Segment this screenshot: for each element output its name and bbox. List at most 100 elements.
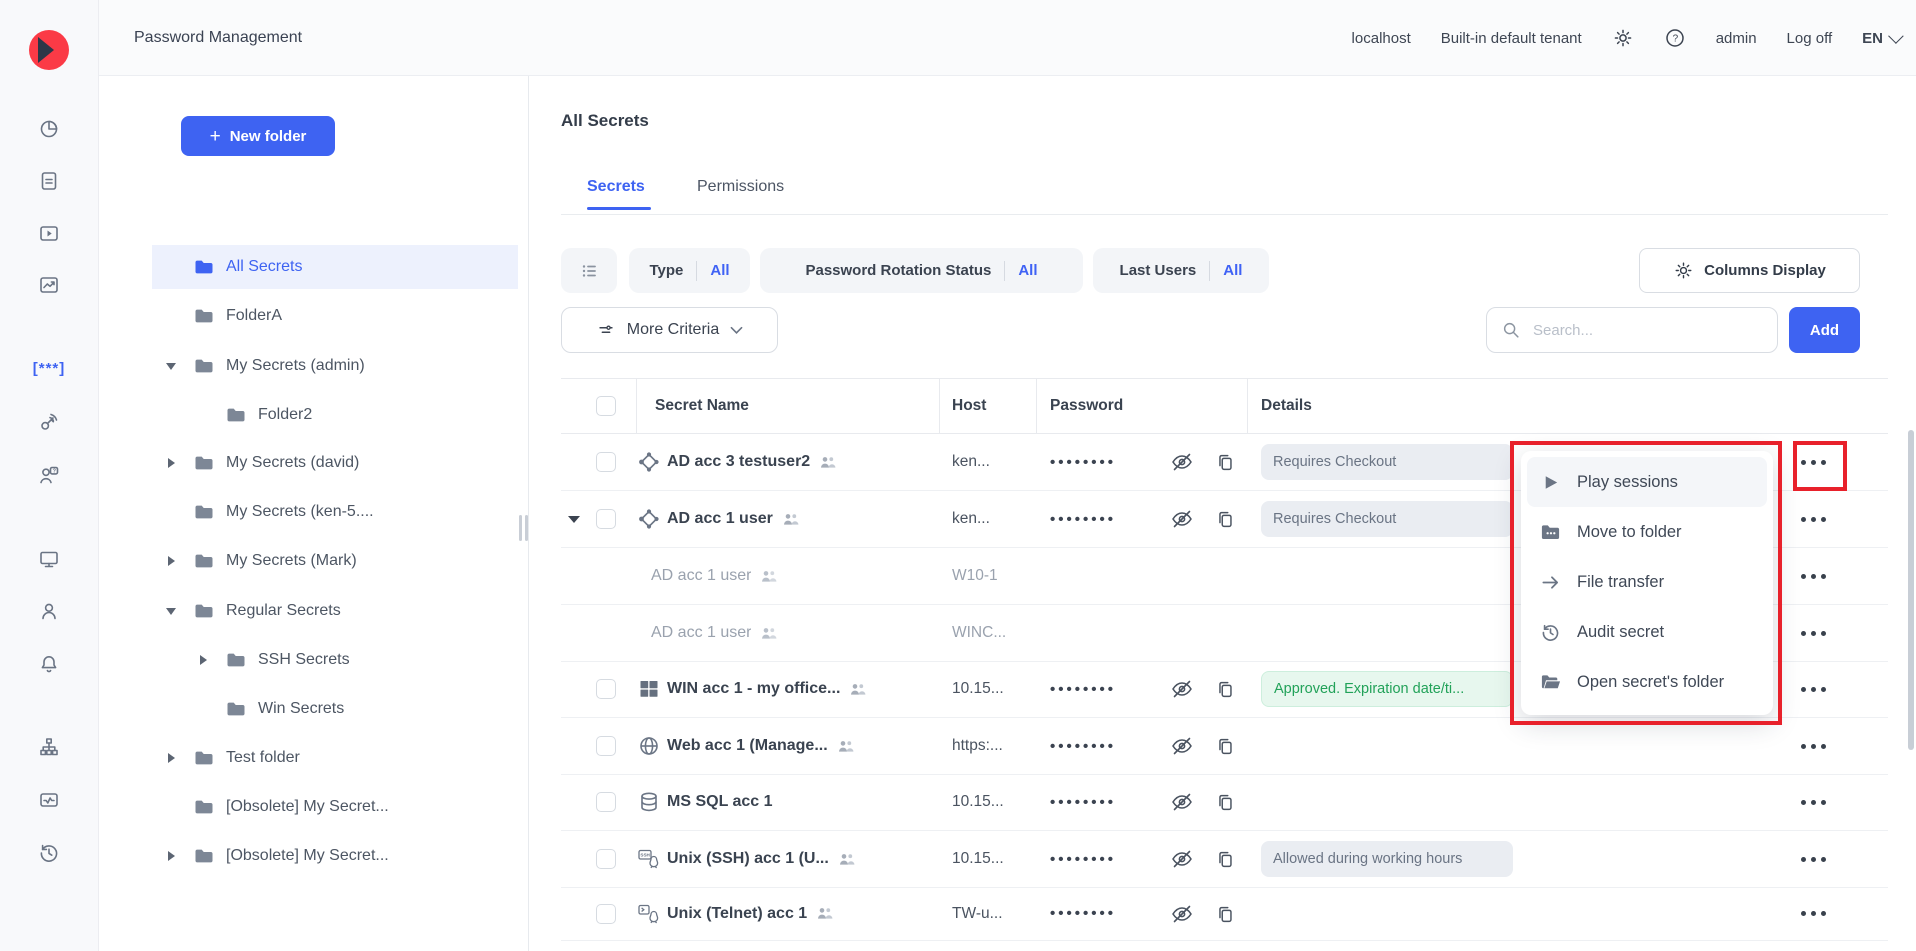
copy-password-icon[interactable] — [1214, 451, 1236, 473]
caret-right-icon[interactable] — [200, 655, 207, 665]
table-row[interactable]: MS SQL acc 1 10.15... •••••••• — [561, 774, 1888, 831]
tree-item-my-secrets-david[interactable]: My Secrets (david) — [152, 441, 518, 485]
reveal-password-icon[interactable] — [1170, 677, 1194, 701]
row-actions-button[interactable] — [1798, 511, 1829, 528]
bell-icon[interactable] — [38, 653, 60, 675]
settings-gear-icon[interactable] — [1612, 27, 1634, 49]
caret-right-icon[interactable] — [168, 851, 175, 861]
column-header-host[interactable]: Host — [940, 379, 1037, 433]
new-folder-button[interactable]: + New folder — [181, 116, 335, 156]
help-icon[interactable]: ? — [1664, 27, 1686, 49]
reveal-password-icon[interactable] — [1170, 507, 1194, 531]
column-header-details[interactable]: Details — [1248, 397, 1553, 415]
row-checkbox[interactable] — [596, 679, 616, 699]
tree-item-test-folder[interactable]: Test folder — [152, 736, 518, 780]
pie-chart-icon[interactable] — [38, 117, 60, 139]
caret-right-icon[interactable] — [168, 458, 175, 468]
table-row[interactable]: Unix (Telnet) acc 1 TW-u... •••••••• — [561, 887, 1888, 941]
row-actions-button[interactable] — [1798, 625, 1829, 642]
column-header-password[interactable]: Password — [1037, 379, 1248, 433]
copy-password-icon[interactable] — [1214, 735, 1236, 757]
table-row[interactable]: SSH Unix (SSH) acc 1 (U... 10.15... ••••… — [561, 831, 1888, 888]
activity-monitor-icon[interactable] — [38, 789, 60, 811]
tree-item-my-secrets-admin[interactable]: My Secrets (admin) — [152, 344, 518, 388]
tree-item-my-secrets-ken[interactable]: My Secrets (ken-5.... — [152, 490, 518, 534]
sidebar-resizer-handle[interactable] — [516, 513, 530, 543]
logoff-button[interactable]: Log off — [1787, 30, 1833, 47]
user-menu[interactable]: admin — [1716, 30, 1757, 47]
row-actions-button[interactable] — [1798, 681, 1829, 698]
user-icon[interactable] — [38, 600, 60, 622]
row-actions-button[interactable] — [1798, 568, 1829, 585]
history-clock-icon[interactable] — [38, 842, 60, 864]
row-checkbox[interactable] — [596, 452, 616, 472]
tree-item-foldera[interactable]: FolderA — [152, 294, 518, 338]
tree-item-win-secrets[interactable]: Win Secrets — [152, 687, 550, 731]
copy-password-icon[interactable] — [1214, 903, 1236, 925]
row-checkbox[interactable] — [596, 792, 616, 812]
filter-type-value[interactable]: All — [710, 262, 729, 279]
filter-last-users-value[interactable]: All — [1223, 262, 1242, 279]
row-checkbox[interactable] — [596, 509, 616, 529]
caret-right-icon[interactable] — [168, 753, 175, 763]
key-signal-icon[interactable] — [38, 411, 60, 433]
user-question-icon[interactable]: ? — [38, 464, 60, 486]
document-icon[interactable] — [38, 170, 60, 192]
view-list-button[interactable] — [561, 248, 617, 293]
row-actions-button[interactable] — [1798, 851, 1829, 868]
column-header-secret-name[interactable]: Secret Name — [637, 379, 940, 433]
line-chart-icon[interactable] — [38, 274, 60, 296]
row-actions-button[interactable] — [1798, 454, 1829, 471]
filter-rotation-value[interactable]: All — [1018, 262, 1037, 279]
menu-item-move-to-folder[interactable]: Move to folder — [1527, 507, 1767, 557]
tree-item-regular-secrets[interactable]: Regular Secrets — [152, 589, 518, 633]
sitemap-icon[interactable] — [38, 736, 60, 758]
search-input[interactable] — [1531, 321, 1763, 340]
more-criteria-button[interactable]: More Criteria — [561, 307, 778, 353]
tree-item-all-secrets[interactable]: All Secrets — [152, 245, 518, 289]
filter-type[interactable]: Type All — [629, 248, 750, 293]
filter-last-users[interactable]: Last Users All — [1093, 248, 1269, 293]
row-checkbox[interactable] — [596, 736, 616, 756]
tab-secrets[interactable]: Secrets — [587, 178, 645, 196]
filter-rotation-status[interactable]: Password Rotation Status All — [760, 248, 1083, 293]
caret-right-icon[interactable] — [168, 556, 175, 566]
tree-item-ssh-secrets[interactable]: SSH Secrets — [152, 638, 550, 682]
row-actions-button[interactable] — [1798, 905, 1829, 922]
row-actions-button[interactable] — [1798, 738, 1829, 755]
reveal-password-icon[interactable] — [1170, 902, 1194, 926]
menu-item-open-secrets-folder[interactable]: Open secret's folder — [1527, 657, 1767, 707]
menu-item-play-sessions[interactable]: Play sessions — [1527, 457, 1767, 507]
caret-down-icon[interactable] — [166, 608, 176, 615]
tree-item-obsolete-1[interactable]: [Obsolete] My Secret... — [152, 785, 518, 829]
vertical-scrollbar[interactable] — [1908, 430, 1914, 750]
copy-password-icon[interactable] — [1214, 678, 1236, 700]
select-all-checkbox[interactable] — [596, 396, 616, 416]
tree-item-obsolete-2[interactable]: [Obsolete] My Secret... — [152, 834, 518, 878]
caret-down-icon[interactable] — [166, 363, 176, 370]
copy-password-icon[interactable] — [1214, 508, 1236, 530]
copy-password-icon[interactable] — [1214, 791, 1236, 813]
menu-item-file-transfer[interactable]: File transfer — [1527, 557, 1767, 607]
video-player-icon[interactable] — [38, 222, 60, 244]
copy-password-icon[interactable] — [1214, 848, 1236, 870]
row-checkbox[interactable] — [596, 849, 616, 869]
menu-item-audit-secret[interactable]: Audit secret — [1527, 607, 1767, 657]
reveal-password-icon[interactable] — [1170, 847, 1194, 871]
language-selector[interactable]: EN — [1862, 30, 1900, 47]
reveal-password-icon[interactable] — [1170, 734, 1194, 758]
row-actions-button[interactable] — [1798, 794, 1829, 811]
table-row[interactable]: Web acc 1 (Manage... https:... •••••••• — [561, 718, 1888, 775]
tab-permissions[interactable]: Permissions — [697, 178, 784, 196]
monitor-icon[interactable] — [38, 548, 60, 570]
password-brackets-icon[interactable]: [***] — [0, 360, 98, 377]
columns-display-button[interactable]: Columns Display — [1639, 248, 1860, 293]
collapse-caret-icon[interactable] — [568, 516, 580, 523]
row-checkbox[interactable] — [596, 904, 616, 924]
reveal-password-icon[interactable] — [1170, 790, 1194, 814]
add-button[interactable]: Add — [1789, 307, 1860, 353]
reveal-password-icon[interactable] — [1170, 450, 1194, 474]
tree-item-my-secrets-mark[interactable]: My Secrets (Mark) — [152, 539, 518, 583]
tree-item-folder2[interactable]: Folder2 — [152, 393, 550, 437]
app-logo[interactable] — [29, 30, 69, 70]
